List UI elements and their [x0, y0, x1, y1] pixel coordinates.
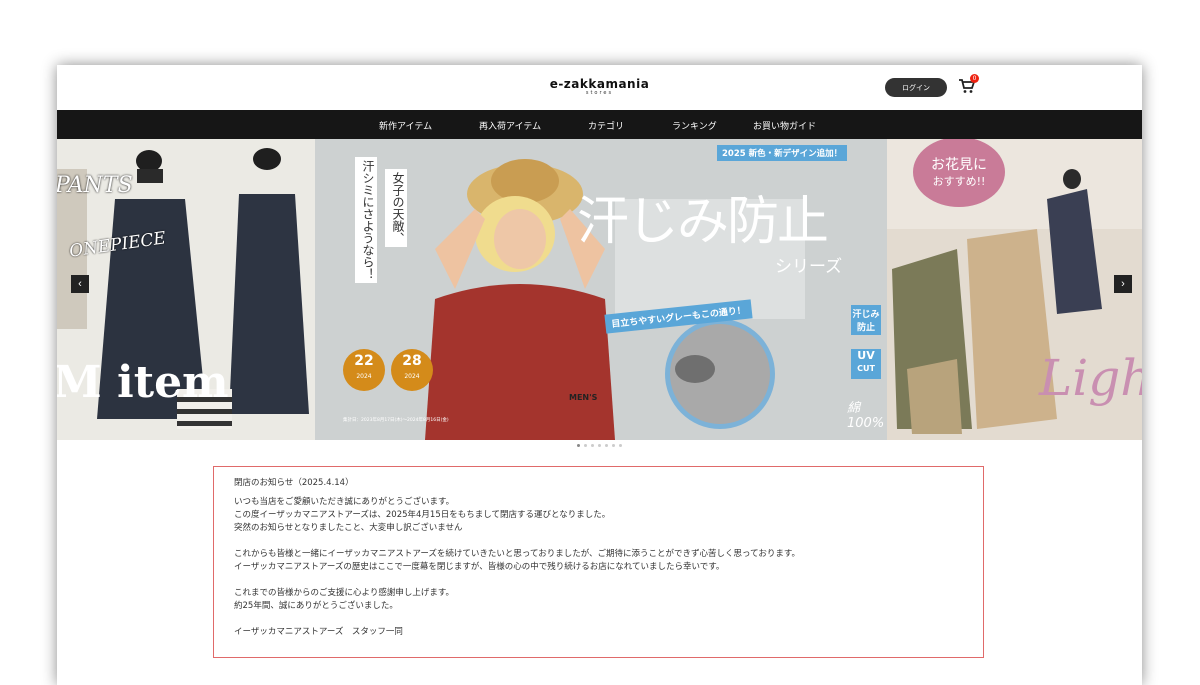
slide-main-sweat-proof[interactable]: 2025 新色・新デザイン追加！ 女子の天敵、 汗シミにさようなら！ 汗じみ防止… — [315, 139, 887, 440]
carousel-next-button[interactable]: › — [1114, 275, 1132, 293]
vertical-tagline-2: 汗シミにさようなら！ — [355, 157, 377, 283]
carousel-dots — [57, 444, 1142, 447]
notice-line: 突然のお知らせとなりましたこと、大変申し訳ございません — [234, 523, 463, 533]
notice-line: 約25年間、誠にありがとうございました。 — [234, 601, 398, 611]
nav-item-category[interactable]: カテゴリ — [588, 119, 624, 132]
carousel-prev-button[interactable]: ‹ — [71, 275, 89, 293]
nav-item-ranking[interactable]: ランキング — [672, 119, 717, 132]
slide-right-script: Ligh — [1039, 349, 1142, 407]
notice-line: いつも当店をご愛顧いただき誠にありがとうございます。 — [234, 497, 455, 507]
carousel-dot[interactable] — [619, 444, 622, 447]
closing-notice: 閉店のお知らせ（2025.4.14） いつも当店をご愛顧いただき誠にありがとうご… — [213, 466, 984, 658]
site-header: e-zakkamania stores ログイン 0 — [57, 65, 1142, 110]
hero-carousel[interactable]: PANTS ONEPIECE M item 2025 新色・新デザイン追加！ 女… — [57, 139, 1142, 440]
notice-line: この度イーザッカマニアストアーズは、2025年4月15日をもちまして閉店する運び… — [234, 510, 611, 520]
notice-line: イーザッカマニアストアーズの歴史はここで一度幕を閉じますが、皆様の心の中で残り続… — [234, 562, 725, 572]
nav-item-guide[interactable]: お買い物ガイド — [753, 119, 816, 132]
slide-left-item-text: M item — [57, 357, 229, 408]
page: e-zakkamania stores ログイン 0 新作アイテム 再入荷アイテ… — [57, 65, 1142, 685]
login-button[interactable]: ログイン — [885, 78, 947, 97]
hanami-circle: お花見に おすすめ!! — [913, 139, 1005, 207]
slide-main-title: 汗じみ防止 — [577, 192, 829, 252]
medal-2-number: 28 — [402, 353, 422, 369]
notice-line: これまでの皆様からのご支援に心より感謝申し上げます。 — [234, 588, 454, 598]
slide-left[interactable]: PANTS ONEPIECE M item — [57, 139, 315, 440]
medal-2-year: 2024 — [404, 373, 420, 380]
ranking-footnote: 集計日：2023年8月17日(木)〜2024年8月16日(金) — [343, 418, 449, 423]
carousel-dot[interactable] — [598, 444, 601, 447]
uv-cut-line2: CUT — [857, 364, 875, 373]
carousel-dot[interactable] — [584, 444, 587, 447]
logo-sub-text: stores — [585, 90, 614, 96]
hanami-line2: おすすめ!! — [932, 175, 986, 188]
slide-left-pants-text: PANTS — [57, 173, 133, 198]
logo-main-text: e-zakkamania — [549, 77, 650, 91]
slide-right[interactable]: お花見に おすすめ!! Ligh — [887, 139, 1142, 440]
site-logo[interactable]: e-zakkamania stores — [57, 77, 1142, 96]
carousel-dot[interactable] — [591, 444, 594, 447]
carousel-dot[interactable] — [612, 444, 615, 447]
cotton-label: 綿100% — [847, 401, 885, 431]
medal-1-year: 2024 — [356, 373, 372, 380]
main-nav: 新作アイテム 再入荷アイテム カテゴリ ランキング お買い物ガイド — [57, 110, 1142, 139]
carousel-dot[interactable] — [577, 444, 580, 447]
ranking-medal-2: 28 2024 — [391, 349, 433, 391]
nav-item-new[interactable]: 新作アイテム — [379, 119, 432, 132]
cart-count-badge: 0 — [970, 74, 979, 83]
notice-title: 閉店のお知らせ（2025.4.14） — [234, 478, 354, 488]
slide-main-subtitle: シリーズ — [775, 257, 843, 277]
hanami-line1: お花見に — [931, 157, 987, 173]
ranking-medal-1: 22 2024 — [343, 349, 385, 391]
vertical-tagline-1: 女子の天敵、 — [385, 169, 407, 247]
new-color-badge: 2025 新色・新デザイン追加！ — [717, 145, 848, 161]
notice-signature: イーザッカマニアストアーズ スタッフ一同 — [234, 627, 403, 637]
uv-cut-tag: UV CUT — [851, 349, 881, 379]
carousel-dot[interactable] — [605, 444, 608, 447]
uv-cut-line1: UV — [857, 349, 875, 362]
sweat-tag: 汗じみ防止 — [851, 305, 881, 335]
mens-label: MEN'S — [569, 393, 598, 402]
nav-item-restock[interactable]: 再入荷アイテム — [479, 119, 541, 132]
notice-line: これからも皆様と一緒にイーザッカマニアストアーズを続けていきたいと思っておりまし… — [234, 549, 801, 559]
medal-1-number: 22 — [354, 353, 374, 369]
